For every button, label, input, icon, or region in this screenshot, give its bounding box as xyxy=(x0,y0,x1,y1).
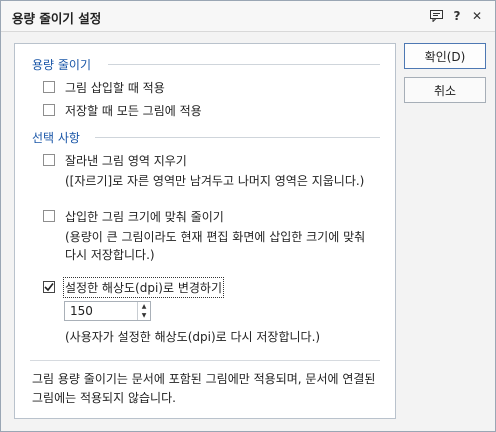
dpi-label: 설정한 해상도(dpi)로 변경하기 xyxy=(62,276,225,298)
fit-size-description-line2: 다시 저장합니다.) xyxy=(65,248,155,262)
crop-description: ([자르기]로 자른 영역만 남겨두고 나머지 영역은 지웁니다.) xyxy=(65,174,365,188)
section-divider xyxy=(108,64,380,65)
section-title-reduce: 용량 줄이기 xyxy=(32,58,92,72)
help-icon[interactable]: ? xyxy=(448,7,466,25)
crop-label: 잘라낸 그림 영역 지우기 xyxy=(65,153,187,168)
spinner-buttons: ▲ ▼ xyxy=(137,302,150,320)
checkmark-icon xyxy=(44,283,54,292)
option-apply-on-insert[interactable]: 그림 삽입할 때 적용 xyxy=(43,78,165,96)
option-apply-on-save[interactable]: 저장할 때 모든 그림에 적용 xyxy=(43,101,202,119)
note-line2: 그림에는 적용되지 않습니다. xyxy=(32,391,176,405)
dpi-value[interactable]: 150 xyxy=(70,304,93,318)
title-bar: 용량 줄이기 설정 ? ✕ xyxy=(1,1,495,32)
fit-size-description-line1: (용량이 큰 그림이라도 현재 편집 화면에 삽입한 크기에 맞춰 xyxy=(65,230,366,244)
note-divider xyxy=(30,360,380,361)
spin-up-icon[interactable]: ▲ xyxy=(138,302,150,311)
fit-size-checkbox[interactable] xyxy=(43,210,55,222)
apply-on-insert-checkbox[interactable] xyxy=(43,81,55,93)
section-divider xyxy=(95,137,380,138)
apply-on-insert-label: 그림 삽입할 때 적용 xyxy=(65,80,165,95)
option-dpi[interactable]: 설정한 해상도(dpi)로 변경하기 xyxy=(43,276,225,298)
ok-button[interactable]: 확인(D) xyxy=(404,43,486,69)
dialog-title: 용량 줄이기 설정 xyxy=(12,11,102,26)
cancel-button[interactable]: 취소 xyxy=(404,77,486,103)
dialog-window: 용량 줄이기 설정 ? ✕ 용량 줄이기 그림 삽입할 때 적용 저장할 때 모… xyxy=(0,0,496,432)
option-fit-size[interactable]: 삽입한 그림 크기에 맞춰 줄이기 xyxy=(43,207,224,225)
options-panel: 용량 줄이기 그림 삽입할 때 적용 저장할 때 모든 그림에 적용 선택 사항… xyxy=(14,43,396,419)
section-title-options: 선택 사항 xyxy=(32,131,80,145)
dpi-description: (사용자가 설정한 해상도(dpi)로 다시 저장합니다.) xyxy=(65,330,321,344)
crop-checkbox[interactable] xyxy=(43,154,55,166)
apply-on-save-checkbox[interactable] xyxy=(43,104,55,116)
spin-down-icon[interactable]: ▼ xyxy=(138,311,150,320)
comment-icon[interactable] xyxy=(427,7,445,25)
dpi-checkbox[interactable] xyxy=(43,281,55,293)
dpi-spinner[interactable]: 150 ▲ ▼ xyxy=(64,301,151,321)
close-icon[interactable]: ✕ xyxy=(468,7,486,25)
apply-on-save-label: 저장할 때 모든 그림에 적용 xyxy=(65,103,202,118)
fit-size-label: 삽입한 그림 크기에 맞춰 줄이기 xyxy=(65,209,224,224)
option-crop[interactable]: 잘라낸 그림 영역 지우기 xyxy=(43,151,187,169)
note-line1: 그림 용량 줄이기는 문서에 포함된 그림에만 적용되며, 문서에 연결된 xyxy=(32,372,376,386)
